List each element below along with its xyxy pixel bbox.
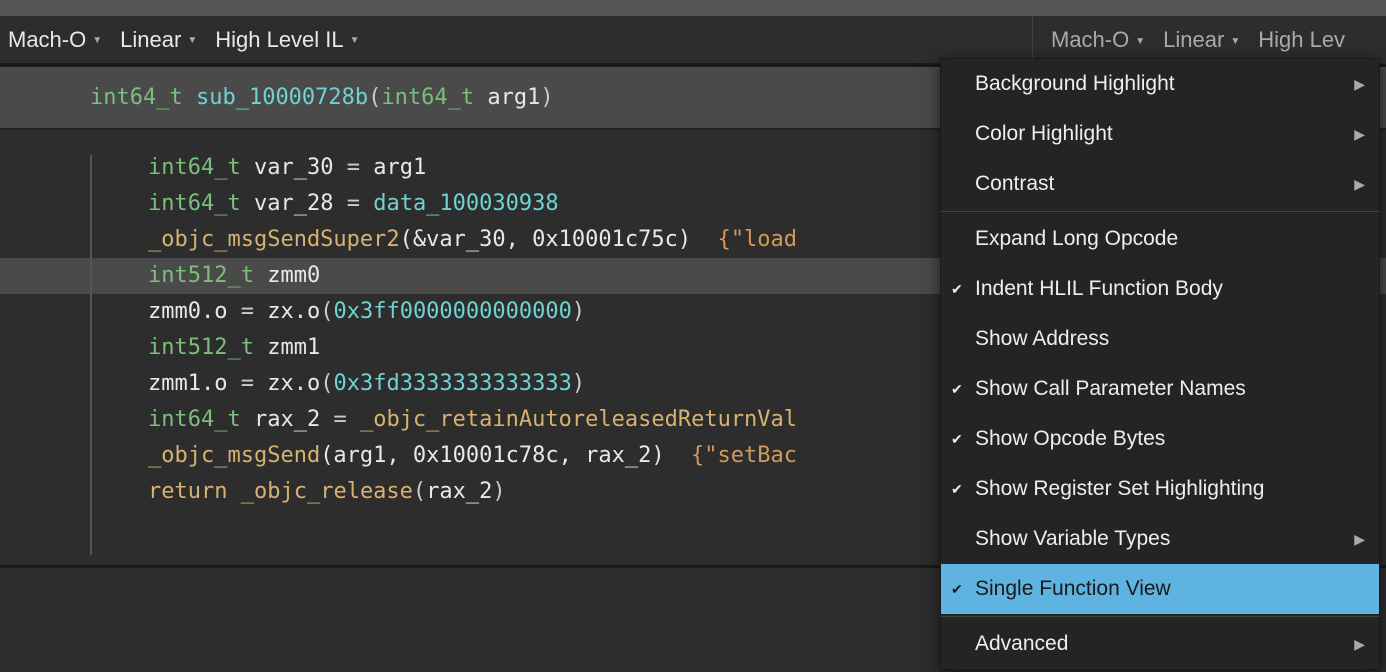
menu-item-label: Advanced [975, 632, 1068, 656]
dropdown-label: High Level IL [215, 27, 343, 53]
function-name: sub_10000728b [196, 85, 368, 110]
dropdown-label: Mach-O [8, 27, 86, 53]
menu-item-label: Show Address [975, 327, 1109, 351]
caret-down-icon: ▼ [350, 35, 360, 46]
menu-item-label: Indent HLIL Function Body [975, 277, 1223, 301]
menu-item-label: Single Function View [975, 577, 1171, 601]
caret-down-icon: ▼ [92, 35, 102, 46]
secondary-pane-toolbar: Mach-O ▼ Linear ▼ High Lev [1032, 16, 1386, 64]
menu-item-label: Expand Long Opcode [975, 227, 1178, 251]
menu-item-label: Background Highlight [975, 72, 1175, 96]
il-level-dropdown[interactable]: High Level IL ▼ [215, 27, 359, 53]
toolbar-left-group: Mach-O ▼ Linear ▼ High Level IL ▼ [8, 27, 1172, 53]
menu-item-label: Show Opcode Bytes [975, 427, 1165, 451]
menu-item[interactable]: Expand Long Opcode [941, 214, 1379, 264]
menu-item-label: Show Register Set Highlighting [975, 477, 1265, 501]
caret-down-icon: ▼ [187, 35, 197, 46]
binary-type-dropdown[interactable]: Mach-O ▼ [8, 27, 102, 53]
menu-item[interactable]: Advanced ▶ [941, 619, 1379, 669]
menu-item-label: Color Highlight [975, 122, 1113, 146]
dropdown-label: Linear [1163, 27, 1224, 53]
check-icon: ✔ [951, 281, 963, 298]
submenu-arrow-icon: ▶ [1354, 176, 1365, 193]
menu-item-label: Contrast [975, 172, 1054, 196]
menu-item[interactable]: ✔ Indent HLIL Function Body [941, 264, 1379, 314]
dropdown-label: Mach-O [1051, 27, 1129, 53]
check-icon: ✔ [951, 581, 963, 598]
submenu-arrow-icon: ▶ [1354, 531, 1365, 548]
dropdown-label: High Lev [1258, 27, 1345, 53]
submenu-arrow-icon: ▶ [1354, 636, 1365, 653]
caret-down-icon: ▼ [1135, 36, 1145, 47]
title-bar-strip [0, 0, 1386, 16]
check-icon: ✔ [951, 481, 963, 498]
view-options-context-menu: Background Highlight▶Color Highlight▶Con… [940, 58, 1380, 670]
check-icon: ✔ [951, 431, 963, 448]
submenu-arrow-icon: ▶ [1354, 126, 1365, 143]
menu-item-label: Show Call Parameter Names [975, 377, 1246, 401]
menu-item[interactable]: Contrast ▶ [941, 159, 1379, 209]
submenu-arrow-icon: ▶ [1354, 76, 1365, 93]
binary-type-dropdown-2[interactable]: Mach-O ▼ [1051, 27, 1145, 53]
menu-item[interactable]: Show Address [941, 314, 1379, 364]
arg-type: int64_t [381, 85, 474, 110]
menu-item-label: Show Variable Types [975, 527, 1170, 551]
menu-item[interactable]: Color Highlight ▶ [941, 109, 1379, 159]
caret-down-icon: ▼ [1230, 36, 1240, 47]
dropdown-label: Linear [120, 27, 181, 53]
check-icon: ✔ [951, 381, 963, 398]
return-type: int64_t [90, 85, 183, 110]
menu-item[interactable]: ✔ Show Register Set Highlighting [941, 464, 1379, 514]
menu-item[interactable]: ✔ Show Opcode Bytes [941, 414, 1379, 464]
menu-item[interactable]: Background Highlight ▶ [941, 59, 1379, 109]
il-level-dropdown-2[interactable]: High Lev [1258, 27, 1345, 53]
menu-separator [941, 211, 1379, 212]
view-mode-dropdown[interactable]: Linear ▼ [120, 27, 197, 53]
menu-item[interactable]: ✔ Show Call Parameter Names [941, 364, 1379, 414]
menu-separator [941, 616, 1379, 617]
arg-name: arg1 [487, 85, 540, 110]
code-gutter-bar [90, 155, 92, 555]
view-mode-dropdown-2[interactable]: Linear ▼ [1163, 27, 1240, 53]
menu-item[interactable]: ✔ Single Function View [941, 564, 1379, 614]
menu-item[interactable]: Show Variable Types ▶ [941, 514, 1379, 564]
